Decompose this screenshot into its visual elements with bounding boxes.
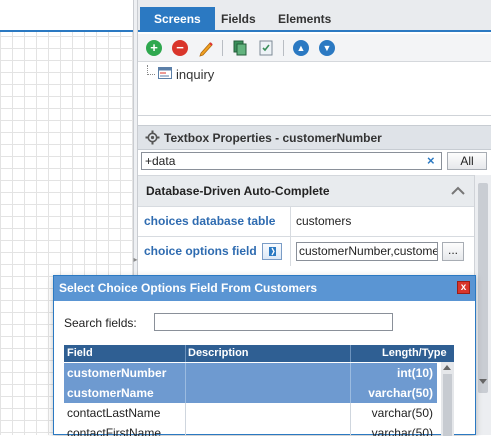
property-name-cell: choice options field [138,237,291,266]
close-icon[interactable]: x [457,281,470,294]
field-type: int(10) [397,366,433,380]
select-field-dialog: Select Choice Options Field From Custome… [53,275,476,436]
property-row: choice options field customerNumber,cust… [138,236,474,266]
property-value[interactable]: customers [296,214,351,228]
cell-divider [185,363,186,383]
show-all-button[interactable]: All [447,152,487,170]
choice-options-field-input[interactable]: customerNumber,custome [296,242,438,261]
tree-item-inquiry[interactable]: inquiry [176,67,214,82]
cell-divider [185,423,186,436]
grid-scrollbar[interactable] [441,362,454,436]
tree-connector [147,65,155,75]
grid-header: Field Description Length/Type [64,345,454,362]
edit-icon[interactable] [198,39,214,57]
scroll-up-arrow-icon[interactable] [443,365,451,370]
search-fields-label: Search fields: [64,316,137,330]
column-divider [350,345,351,362]
screens-tree: inquiry [138,62,491,116]
move-up-icon[interactable]: ▲ [293,40,309,56]
dialog-title: Select Choice Options Field From Custome… [59,281,318,295]
cell-divider [185,383,186,403]
tab-bar: Screens Fields Elements [138,0,491,32]
property-row: choices database table customers [138,206,474,236]
property-filter-input[interactable] [141,152,442,170]
property-name-cell: choices database table [138,207,291,236]
table-row[interactable]: contactLastName varchar(50) [64,403,437,423]
table-row[interactable]: contactFirstName varchar(50) [64,423,437,436]
column-header-length-type[interactable]: Length/Type [382,347,447,359]
dialog-titlebar[interactable]: Select Choice Options Field From Custome… [54,276,475,301]
field-picker-button[interactable] [262,243,282,260]
cell-divider [350,363,351,383]
screen-icon [158,67,172,79]
tab-elements[interactable]: Elements [264,7,345,32]
remove-icon[interactable]: − [172,40,188,56]
field-name: customerName [67,386,154,400]
cell-divider [350,423,351,436]
column-header-description[interactable]: Description [188,347,249,359]
properties-header: Textbox Properties - customerNumber [138,125,491,150]
add-icon[interactable]: + [146,40,162,56]
section-title: Database-Driven Auto-Complete [146,184,330,198]
property-name: choice options field [144,244,257,258]
checklist-icon[interactable] [258,39,274,57]
browse-ellipsis-button[interactable]: ... [442,242,464,261]
chevron-up-icon[interactable] [451,185,465,197]
toolbar-divider [283,40,284,56]
tab-fields[interactable]: Fields [207,7,270,32]
table-row[interactable]: customerName varchar(50) [64,383,437,403]
fields-grid: Field Description Length/Type customerNu… [64,345,454,436]
toolbar-divider [222,40,223,56]
cell-divider [185,403,186,423]
canvas-header [0,0,133,32]
field-name: contactLastName [67,406,161,420]
field-type: varchar(50) [371,406,433,420]
search-fields-input[interactable] [154,313,393,331]
properties-scrollbar[interactable] [474,175,491,435]
column-header-field[interactable]: Field [67,347,93,359]
scroll-down-arrow-icon[interactable] [479,379,487,384]
scrollbar-thumb[interactable] [478,183,488,393]
panel-gap [138,117,491,125]
properties-title: Textbox Properties - customerNumber [164,131,382,145]
move-down-icon[interactable]: ▼ [319,40,335,56]
field-name: customerNumber [67,366,167,380]
copy-icon[interactable] [232,39,248,57]
column-divider [185,345,186,362]
section-database-autocomplete[interactable]: Database-Driven Auto-Complete [138,175,474,206]
clear-filter-icon[interactable]: × [427,153,435,169]
properties-filter-row: × All [138,150,491,172]
gear-icon [145,130,160,145]
screens-toolbar: + − ▲ ▼ [138,34,491,62]
cell-divider [350,383,351,403]
field-type: varchar(50) [368,386,433,400]
scrollbar-thumb[interactable] [443,374,452,436]
property-name: choices database table [144,214,276,228]
table-row[interactable]: customerNumber int(10) [64,363,437,383]
tab-screens[interactable]: Screens [140,7,215,32]
cell-divider [350,403,351,423]
